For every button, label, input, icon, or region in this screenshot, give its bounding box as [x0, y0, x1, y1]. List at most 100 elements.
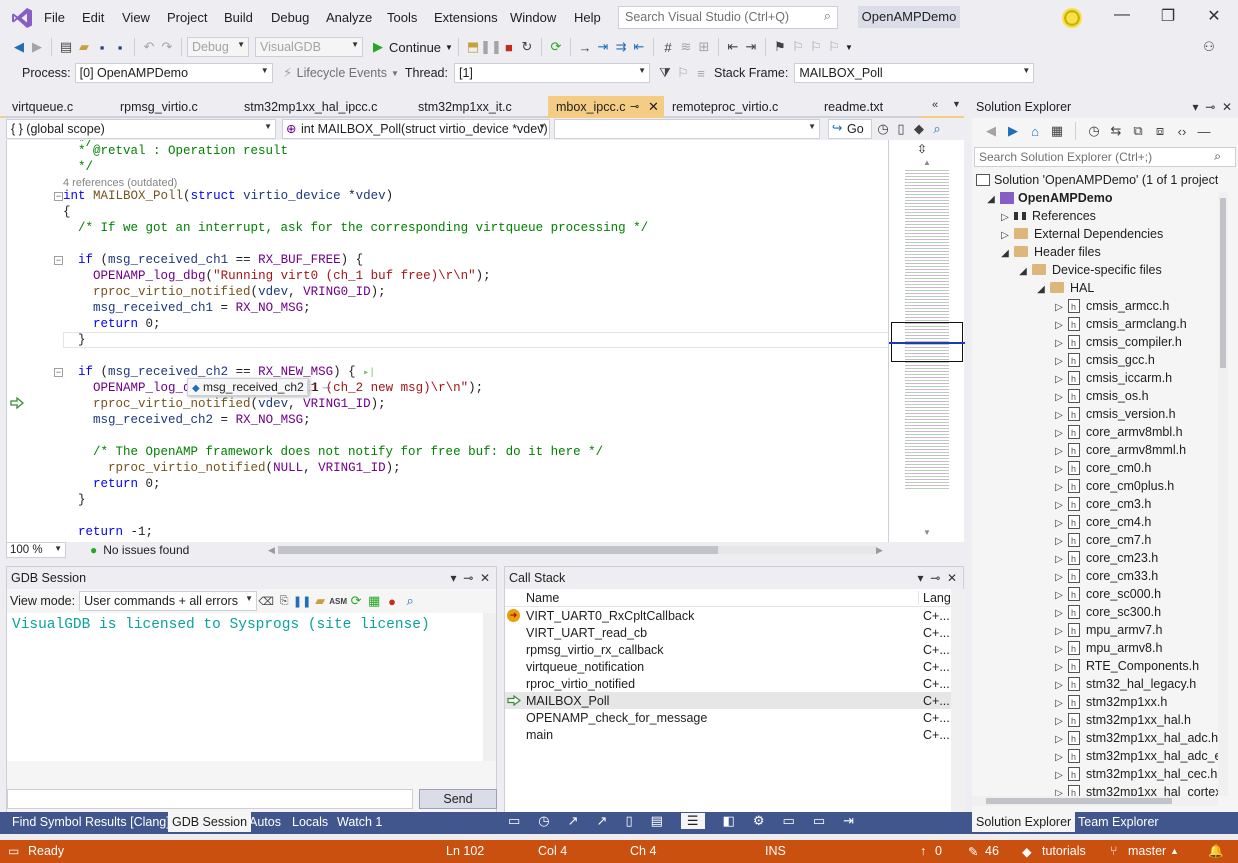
stack-frame-select[interactable]: MAILBOX_Poll ▼ — [794, 63, 1035, 83]
tab-solution-explorer[interactable]: Solution Explorer — [972, 812, 1076, 832]
menu-tools[interactable]: Tools — [387, 10, 417, 25]
clipboard-icon[interactable]: ▯ — [625, 813, 632, 829]
call-stack-row[interactable]: virtqueue_notification C+... — [505, 658, 951, 675]
panel-dropdown-icon[interactable]: ▾ — [1193, 100, 1199, 114]
send-button[interactable]: Send — [419, 789, 497, 809]
live-share-sun-icon[interactable] — [1062, 8, 1082, 28]
solution-horizontal-scrollbar[interactable] — [972, 796, 1218, 806]
solution-file-item[interactable]: ▷cmsis_version.h — [1050, 405, 1175, 424]
clock-icon[interactable]: ◷ — [874, 120, 892, 138]
tab-locals[interactable]: Locals — [288, 812, 332, 832]
tag-icon[interactable]: ◆ — [910, 120, 928, 138]
solution-file-item[interactable]: ▷mpu_armv8.h — [1050, 639, 1162, 658]
tab-readme[interactable]: readme.txt — [816, 96, 920, 118]
close-window-icon[interactable]: ✕ — [1204, 6, 1224, 26]
solution-file-item[interactable]: ▷stm32mp1xx_hal_adc_ex.h — [1050, 747, 1218, 766]
reload-icon[interactable]: ⟳ — [347, 592, 365, 610]
breakpoints-icon[interactable]: ◧ — [723, 813, 735, 829]
show-next-statement-icon[interactable]: → — [576, 38, 594, 56]
status-repository[interactable]: tutorials — [1042, 844, 1086, 858]
immediate-window-icon[interactable]: ▭ — [813, 813, 825, 829]
menu-file[interactable]: File — [44, 10, 65, 25]
status-pending-edits[interactable]: 46 — [985, 844, 999, 858]
tab-watch-1[interactable]: Watch 1 — [333, 812, 386, 832]
solution-file-item[interactable]: ▷core_cm7.h — [1050, 531, 1151, 550]
switch-views-icon[interactable]: ▦ — [1048, 122, 1066, 140]
pin-icon[interactable]: ⊸ — [630, 96, 639, 118]
menu-edit[interactable]: Edit — [82, 10, 104, 25]
solution-file-item[interactable]: ▷stm32_hal_legacy.h — [1050, 675, 1196, 694]
member-select[interactable]: ▼ — [554, 119, 820, 139]
undo-icon[interactable]: ↶ — [140, 38, 158, 56]
notifications-icon[interactable]: 🔔 — [1208, 844, 1224, 859]
scroll-tabs-icon[interactable]: « — [932, 99, 938, 111]
tab-team-explorer[interactable]: Team Explorer — [1074, 812, 1163, 832]
code-minimap[interactable]: ⇳ ▲ ▼ — [888, 140, 965, 542]
view-mode-select[interactable]: User commands + all errors ▼ — [79, 591, 258, 611]
panel-dropdown-icon[interactable]: ▾ — [451, 571, 457, 585]
forward-icon[interactable]: ▶ — [28, 38, 46, 56]
debug-datatip[interactable]: ◆ msg_received_ch2 1 ⊸ — [187, 378, 331, 396]
scope-select[interactable]: { } (global scope) ▼ — [6, 119, 276, 139]
call-stack-row[interactable]: ➜ VIRT_UART0_RxCpltCallback C+... — [505, 607, 951, 624]
solution-file-item[interactable]: ▷cmsis_compiler.h — [1050, 333, 1182, 352]
pencil-icon[interactable]: ✎ — [968, 844, 978, 859]
references-node[interactable]: ▷ References — [996, 207, 1096, 225]
publish-icon[interactable]: ↑ — [920, 844, 926, 858]
solution-file-item[interactable]: ▷core_cm33.h — [1050, 567, 1158, 586]
solution-file-item[interactable]: ▷core_sc300.h — [1050, 603, 1161, 622]
step-out-icon[interactable]: ⇤ — [630, 38, 648, 56]
search-input[interactable]: Search Visual Studio (Ctrl+Q) ⌕ — [618, 6, 838, 29]
step-into-icon[interactable]: ⇥ — [594, 38, 612, 56]
solution-file-item[interactable]: ▷stm32mp1xx_hal_adc.h — [1050, 729, 1218, 748]
call-stack-scrollbar[interactable] — [951, 589, 965, 813]
tab-mbox-ipcc[interactable]: mbox_ipcc.c ⊸ ✕ — [548, 96, 664, 118]
back-icon[interactable]: ◀ — [10, 38, 28, 56]
panel-pin-icon[interactable]: ⊸ — [930, 571, 940, 585]
tab-stm32-it[interactable]: stm32mp1xx_it.c — [410, 96, 548, 118]
flag-threads-icon[interactable]: ⚐ — [674, 64, 692, 82]
pause-icon[interactable]: ❚❚ — [480, 38, 502, 56]
save-all-icon[interactable]: ▪ — [111, 38, 129, 56]
solution-file-item[interactable]: ▷stm32mp1xx_hal.h — [1050, 711, 1191, 730]
solution-file-item[interactable]: ▷cmsis_gcc.h — [1050, 351, 1155, 370]
solution-file-item[interactable]: ▷cmsis_os.h — [1050, 387, 1148, 406]
zoom-select[interactable]: 100 % ▼ — [6, 542, 66, 558]
document-icon[interactable]: ▯ — [892, 120, 910, 138]
panel-close-icon[interactable]: ✕ — [1222, 100, 1232, 114]
back-icon[interactable]: ◀ — [982, 122, 1000, 140]
memory-window-icon[interactable]: ▤ — [651, 813, 663, 829]
find-icon[interactable]: ⌕ — [928, 120, 946, 138]
solution-file-item[interactable]: ▷cmsis_armcc.h — [1050, 297, 1169, 316]
expand-icon[interactable]: ▷ — [1050, 785, 1068, 796]
tab-virtqueue[interactable]: virtqueue.c — [4, 96, 112, 118]
continue-play-icon[interactable]: ▶ — [369, 38, 387, 56]
open-log-icon[interactable]: ▰ — [311, 592, 329, 610]
solution-search-input[interactable]: Search Solution Explorer (Ctrl+;) ⌕ — [974, 147, 1236, 167]
panel-pin-icon[interactable]: ⊸ — [463, 571, 473, 585]
call-stack-tab-icon[interactable]: ☰ — [680, 813, 705, 829]
solution-file-item[interactable]: ▷core_cm0plus.h — [1050, 477, 1174, 496]
solution-file-item[interactable]: ▷stm32mp1xx_hal_cec.h — [1050, 765, 1217, 784]
menu-build[interactable]: Build — [224, 10, 253, 25]
debug-window-icon[interactable]: ▭ — [508, 813, 520, 829]
memory-icon[interactable]: ⊞ — [695, 38, 713, 56]
solution-file-item[interactable]: ▷core_cm4.h — [1050, 513, 1151, 532]
tab-hal-ipcc[interactable]: stm32mp1xx_hal_ipcc.c — [236, 96, 410, 118]
branch-icon[interactable]: ⑂ — [1110, 844, 1118, 858]
search-output-icon[interactable]: ⌕ — [401, 592, 419, 610]
stop-debug-icon[interactable]: ● — [383, 592, 401, 610]
solution-file-item[interactable]: ▷cmsis_iccarm.h — [1050, 369, 1172, 388]
call-stack-row[interactable]: VIRT_UART_read_cb C+... — [505, 624, 951, 641]
repo-icon[interactable]: ◆ — [1022, 844, 1032, 859]
header-files-node[interactable]: ◢ Header files — [996, 243, 1101, 261]
tab-dropdown-icon[interactable]: ▼ — [952, 99, 961, 109]
performance-icon[interactable]: ↗ — [597, 813, 608, 829]
prev-bookmark-icon[interactable]: ⚐ — [789, 38, 807, 56]
tab-gdb-session[interactable]: GDB Session — [168, 812, 252, 832]
solution-root[interactable]: Solution 'OpenAMPDemo' (1 of 1 project) — [976, 171, 1218, 189]
code-editor[interactable]: */ * @retval : Operation result */ 4 ref… — [6, 140, 888, 542]
outdent-icon[interactable]: ⇤ — [724, 38, 742, 56]
threads-icon[interactable]: ≋ — [677, 38, 695, 56]
solution-file-item[interactable]: ▷core_cm0.h — [1050, 459, 1151, 478]
